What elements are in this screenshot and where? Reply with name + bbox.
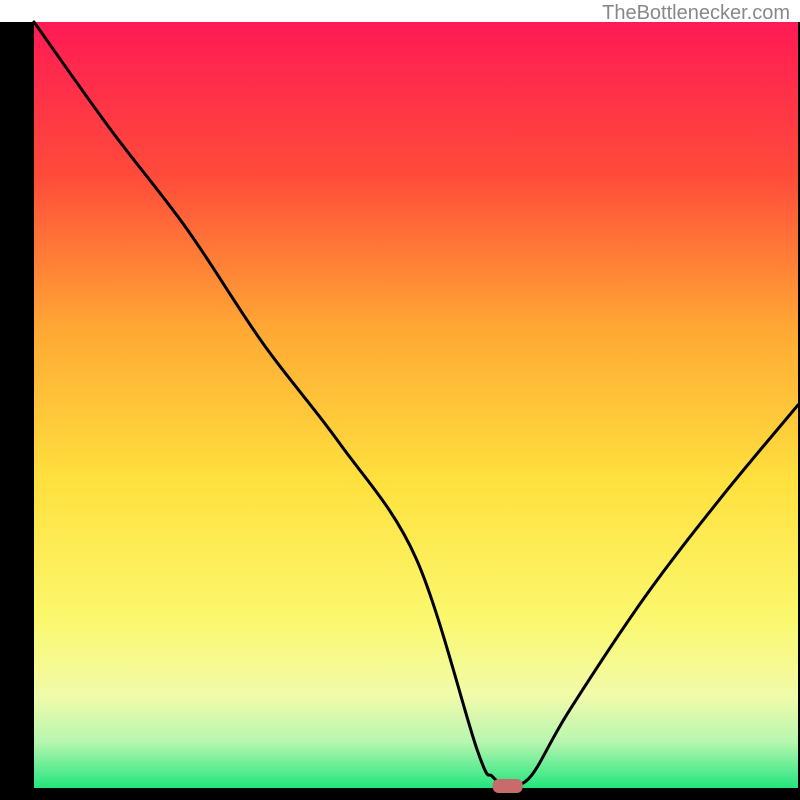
- plot-background: [34, 22, 798, 788]
- axis-left: [0, 22, 34, 800]
- watermark-text: TheBottleneсker.com: [602, 2, 790, 25]
- bottleneck-chart: [0, 0, 800, 800]
- chart-container: TheBottleneсker.com: [0, 0, 800, 800]
- optimal-marker: [493, 779, 523, 793]
- axis-bottom: [0, 788, 800, 800]
